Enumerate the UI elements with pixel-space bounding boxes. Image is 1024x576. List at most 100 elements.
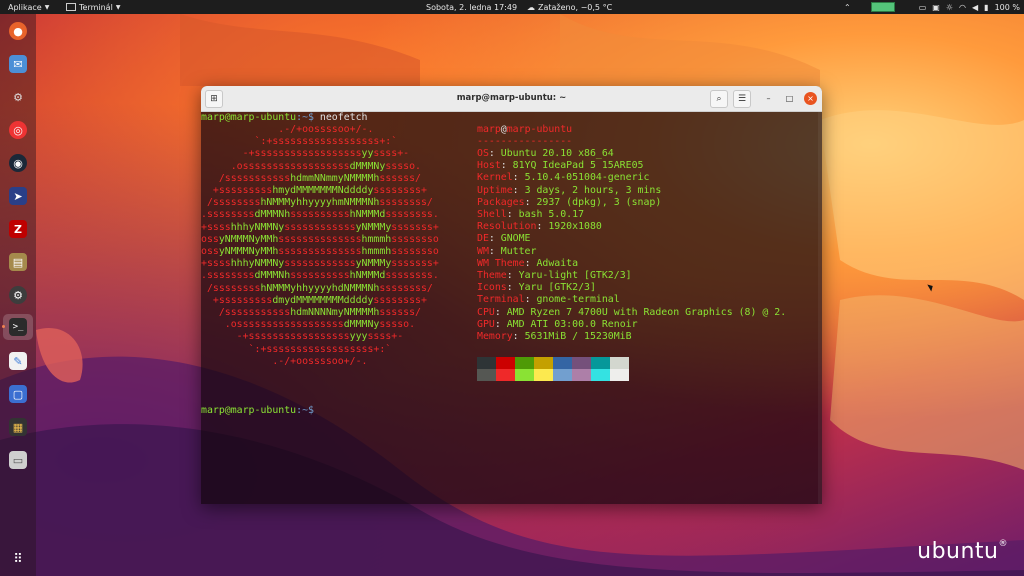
info-colon: : (488, 233, 501, 245)
info-label: Host (477, 160, 501, 172)
top-bar: Aplikace ▼ Terminál ▼ Sobota, 2. ledna 1… (0, 0, 1024, 14)
activities-label: Aplikace (8, 2, 42, 12)
screenshot-icon[interactable]: ▢ (9, 385, 27, 403)
search-icon: ⌕ (716, 94, 722, 104)
activities-menu[interactable]: Aplikace ▼ (8, 0, 49, 14)
minimize-button[interactable]: – (762, 92, 775, 105)
clock-label: Sobota, 2. ledna 17:49 (426, 2, 518, 12)
steam-icon[interactable]: ◉ (9, 154, 27, 172)
info-value: bash 5.0.17 (518, 209, 585, 220)
clock[interactable]: Sobota, 2. ledna 17:49 (426, 0, 517, 14)
vm-icon[interactable]: ⚙ (9, 88, 27, 106)
color-swatch (572, 357, 591, 369)
terminal-output[interactable]: marp@marp-ubuntu:~$ neofetch .-/+oosssso… (201, 112, 822, 504)
color-swatch (515, 369, 534, 381)
app-menu[interactable]: Terminál ▼ (66, 0, 120, 14)
color-swatch (496, 357, 515, 369)
info-colon: : (512, 331, 525, 342)
info-user: marp (477, 124, 501, 135)
dock: ● ✉ ⚙ ◎ ◉ ➤ Z ▤ ⚙ >_ ✎ ▢ ▦ ▭ ⠿ (0, 14, 36, 576)
running-indicator (2, 325, 5, 328)
shuttle-icon[interactable]: ➤ (9, 187, 27, 205)
info-colon: : (500, 160, 513, 172)
info-colon: : (512, 184, 525, 196)
info-row: OS: Ubuntu 20.10 x86_64 (477, 148, 614, 160)
close-icon: × (807, 94, 814, 103)
weather-indicator[interactable]: ☁ Zataženo, −0,5 °C (527, 0, 612, 14)
ascii-logo-line: ossyNMMMNyMMhsssssssssssssshmmmhssssssso (201, 233, 439, 245)
info-row: Host: 81YQ IdeaPad 5 15ARE05 (477, 160, 643, 172)
info-colon: : (494, 318, 507, 330)
info-row: WM: Mutter (477, 246, 536, 258)
terminal-headerbar[interactable]: ⊞ marp@marp-ubuntu: ~ ⌕ ☰ – □ × (201, 86, 822, 112)
color-swatch (572, 369, 591, 381)
search-button[interactable]: ⌕ (710, 90, 728, 108)
filezilla-icon[interactable]: Z (9, 220, 27, 238)
app-grid-icon[interactable]: ⠿ (9, 550, 27, 568)
prompt-path: :~$ (296, 112, 314, 123)
color-swatch (496, 369, 515, 381)
wifi-icon[interactable]: ◠ (959, 3, 966, 12)
lifesaver-icon[interactable]: ◎ (9, 121, 27, 139)
close-button[interactable]: × (804, 92, 817, 105)
settings-icon[interactable]: ⚙ (9, 286, 27, 304)
info-label: Theme (477, 270, 507, 281)
info-row: Shell: bash 5.0.17 (477, 209, 584, 221)
info-label: Kernel (477, 172, 513, 184)
ascii-logo-line: .ossssssssssssssssssdMMMNysssso. (201, 319, 416, 331)
menu-button[interactable]: ☰ (733, 90, 751, 108)
ascii-logo-line: .-/+oossssoo+/-. (201, 355, 368, 367)
info-row: Icons: Yaru [GTK2/3] (477, 282, 596, 294)
mail-icon[interactable]: ✉ (9, 55, 27, 73)
info-row: Terminal: gnome-terminal (477, 294, 620, 306)
terminal-icon[interactable]: >_ (9, 318, 27, 336)
info-value: 1920x1080 (548, 221, 602, 233)
info-value: 81YQ IdeaPad 5 15ARE05 (512, 160, 644, 172)
battery-icon[interactable]: ▮ (984, 3, 988, 12)
info-row: Memory: 5631MiB / 15230MiB (477, 331, 632, 343)
color-swatch (534, 357, 553, 369)
ascii-logo-line: -+sssssssssssssssssyyyssss+- (201, 331, 404, 343)
info-label: WM Theme (477, 257, 525, 269)
info-value: Yaru-light [GTK2/3] (518, 270, 632, 281)
tray-brightness-icon[interactable]: ☼ (946, 3, 953, 12)
info-separator: ---------------- (477, 136, 573, 147)
info-colon: : (488, 148, 501, 159)
ascii-logo-line: `:+ssssssssssssssssss+:` (201, 136, 398, 148)
ascii-logo-line: /ssssssssssshdmmNNmmyNMMMMhssssss/ (201, 172, 421, 184)
calculator-icon[interactable]: ▦ (9, 418, 27, 436)
info-colon: : (506, 282, 519, 294)
window-title: marp@marp-ubuntu: ~ (456, 93, 567, 103)
info-label: Uptime (477, 184, 513, 196)
ascii-logo-line: /sssssssshNMMMyhhyyyyhmNMMMNhssssssss/ (201, 197, 433, 209)
text-editor-icon[interactable]: ✎ (9, 352, 27, 370)
info-colon: : (524, 257, 537, 269)
maximize-button[interactable]: □ (783, 92, 796, 105)
ascii-logo-line: /ssssssssssshdmNNNNmyNMMMMhssssss/ (201, 307, 421, 318)
color-swatch (591, 357, 610, 369)
info-value: AMD ATI 03:00.0 Renoir (506, 318, 638, 330)
scrollbar[interactable] (818, 112, 822, 504)
tray-monitor-icon[interactable] (870, 2, 895, 12)
files-icon[interactable]: ▭ (9, 451, 27, 469)
ascii-logo-line: +ssssssssshmydMMMMMMMNddddyssssssss+ (201, 185, 427, 196)
volume-icon[interactable]: ◀ (972, 3, 978, 12)
tray-screen-icon[interactable]: ▭ (919, 3, 927, 12)
firefox-icon[interactable]: ● (9, 22, 27, 40)
color-swatch (610, 369, 629, 381)
battery-label[interactable]: 100 % (995, 3, 1020, 12)
ascii-logo-line: .ssssssssdMMMNhsssssssssshNMMMdssssssss. (201, 270, 439, 282)
ascii-logo-line: .ssssssssdMMMNhsssssssssshNMMMdssssssss. (201, 209, 439, 221)
archive-icon[interactable]: ▤ (9, 253, 27, 271)
info-label: Resolution (477, 221, 537, 233)
info-label: DE (477, 233, 489, 245)
tray-arrow-icon[interactable]: ⌃ (844, 3, 851, 12)
info-label: GPU (477, 318, 495, 330)
color-swatch (591, 369, 610, 381)
tray-display-icon[interactable]: ▣ (932, 3, 940, 12)
terminal-window[interactable]: ⊞ marp@marp-ubuntu: ~ ⌕ ☰ – □ × marp@mar… (201, 86, 822, 504)
info-row: GPU: AMD ATI 03:00.0 Renoir (477, 319, 638, 331)
info-value: Yaru [GTK2/3] (518, 282, 596, 294)
info-value: 3 days, 2 hours, 3 mins (524, 184, 662, 196)
info-label: WM (477, 245, 489, 257)
